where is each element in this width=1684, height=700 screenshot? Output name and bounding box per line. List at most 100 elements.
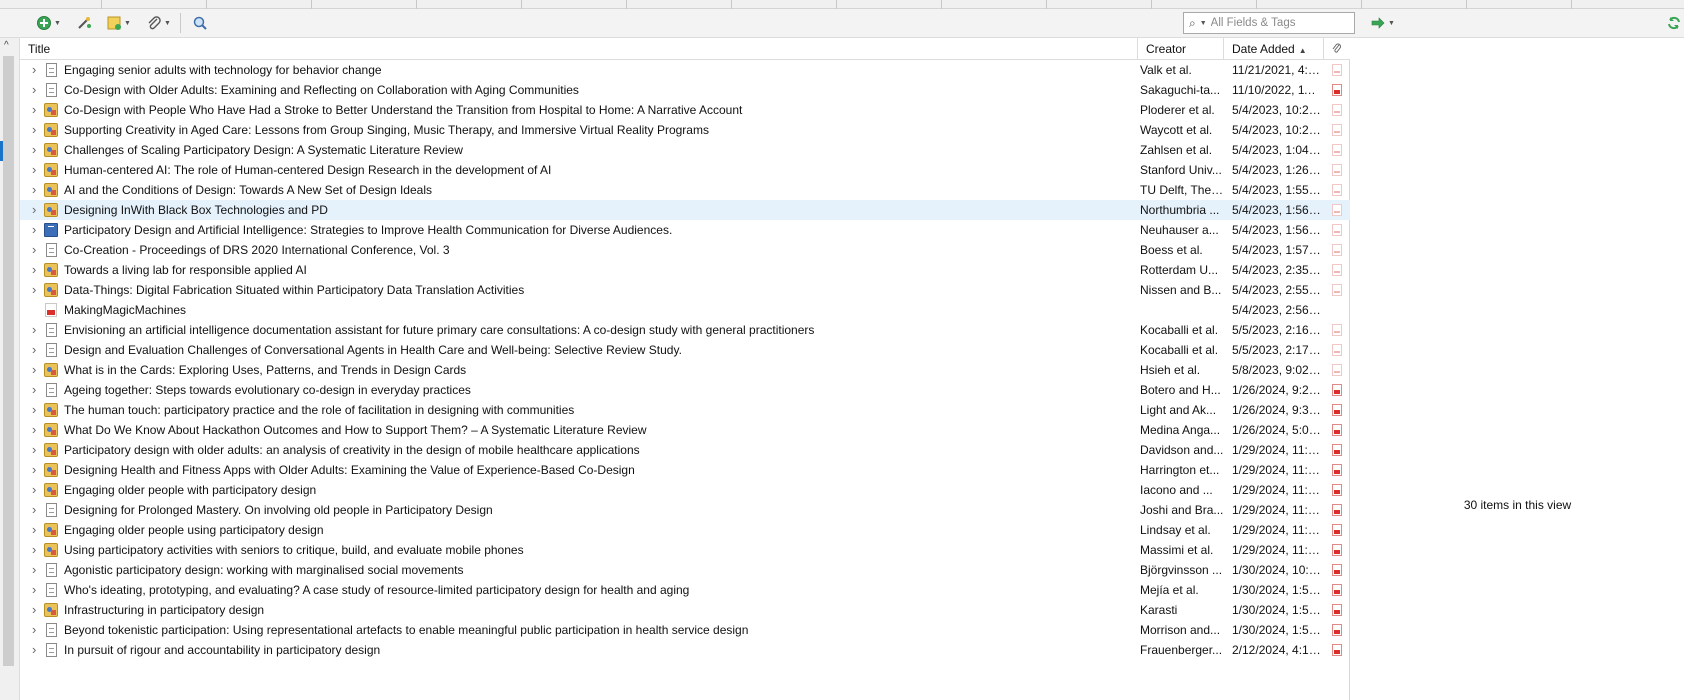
- table-row[interactable]: › Co-Design with People Who Have Had a St…: [20, 100, 1350, 120]
- pdf-attachment-icon[interactable]: [1332, 164, 1342, 176]
- column-header-date-added[interactable]: Date Added ▲: [1224, 38, 1324, 60]
- table-row[interactable]: › The human touch: participatory practice…: [20, 400, 1350, 420]
- chevron-up-icon[interactable]: ^: [4, 40, 9, 51]
- table-row[interactable]: › AI and the Conditions of Design: Toward…: [20, 180, 1350, 200]
- pdf-attachment-icon[interactable]: [1332, 324, 1342, 336]
- pdf-attachment-icon[interactable]: [1332, 524, 1342, 536]
- table-row[interactable]: › Envisioning an artificial intelligence …: [20, 320, 1350, 340]
- table-row[interactable]: › Using participatory activities with sen…: [20, 540, 1350, 560]
- table-row[interactable]: › Agonistic participatory design: working…: [20, 560, 1350, 580]
- expand-chevron-icon[interactable]: ›: [32, 340, 42, 360]
- pdf-attachment-icon[interactable]: [1332, 204, 1342, 216]
- table-row[interactable]: › Participatory design with older adults:…: [20, 440, 1350, 460]
- expand-chevron-icon[interactable]: ›: [32, 500, 42, 520]
- pdf-attachment-icon[interactable]: [1332, 124, 1342, 136]
- expand-chevron-icon[interactable]: ›: [32, 240, 42, 260]
- pdf-attachment-icon[interactable]: [1332, 484, 1342, 496]
- pdf-attachment-icon[interactable]: [1332, 104, 1342, 116]
- pdf-attachment-icon[interactable]: [1332, 364, 1342, 376]
- table-row[interactable]: › Beyond tokenistic participation: Using …: [20, 620, 1350, 640]
- expand-chevron-icon[interactable]: ›: [32, 220, 42, 240]
- table-row[interactable]: › In pursuit of rigour and accountability…: [20, 640, 1350, 660]
- expand-chevron-icon[interactable]: ›: [32, 120, 42, 140]
- pdf-attachment-icon[interactable]: [1332, 344, 1342, 356]
- expand-chevron-icon[interactable]: ›: [32, 400, 42, 420]
- expand-chevron-icon[interactable]: ›: [32, 620, 42, 640]
- table-row[interactable]: › Challenges of Scaling Participatory Des…: [20, 140, 1350, 160]
- expand-chevron-icon[interactable]: ›: [32, 440, 42, 460]
- table-row[interactable]: › Engaging senior adults with technology …: [20, 60, 1350, 80]
- expand-chevron-icon[interactable]: ›: [32, 360, 42, 380]
- table-row[interactable]: › Data-Things: Digital Fabrication Situat…: [20, 280, 1350, 300]
- expand-chevron-icon[interactable]: ›: [32, 160, 42, 180]
- table-row[interactable]: › Engaging older people with participator…: [20, 480, 1350, 500]
- add-attachment-button[interactable]: ▼: [144, 13, 173, 33]
- expand-chevron-icon[interactable]: ›: [32, 180, 42, 200]
- pdf-attachment-icon[interactable]: [1332, 444, 1342, 456]
- table-row[interactable]: MakingMagicMachines 5/4/2023, 2:56:...: [20, 300, 1350, 320]
- pdf-attachment-icon[interactable]: [1332, 284, 1342, 296]
- search-icon[interactable]: ⌕: [1189, 16, 1196, 31]
- search-box[interactable]: ⌕ ▼: [1183, 12, 1355, 34]
- expand-chevron-icon[interactable]: ›: [32, 580, 42, 600]
- sync-button[interactable]: [1664, 13, 1684, 33]
- table-row[interactable]: › What Do We Know About Hackathon Outcome…: [20, 420, 1350, 440]
- pdf-attachment-icon[interactable]: [1332, 424, 1342, 436]
- table-row[interactable]: › What is in the Cards: Exploring Uses, P…: [20, 360, 1350, 380]
- expand-chevron-icon[interactable]: ›: [32, 600, 42, 620]
- table-row[interactable]: › Human-centered AI: The role of Human-ce…: [20, 160, 1350, 180]
- pdf-attachment-icon[interactable]: [1332, 84, 1342, 96]
- pdf-attachment-icon[interactable]: [1332, 144, 1342, 156]
- pdf-attachment-icon[interactable]: [1332, 624, 1342, 636]
- pdf-attachment-icon[interactable]: [1332, 184, 1342, 196]
- advanced-search-button[interactable]: [190, 13, 210, 33]
- expand-chevron-icon[interactable]: ›: [32, 100, 42, 120]
- expand-chevron-icon[interactable]: ›: [32, 200, 42, 220]
- pdf-attachment-icon[interactable]: [1332, 544, 1342, 556]
- table-row[interactable]: › Designing for Prolonged Mastery. On inv…: [20, 500, 1350, 520]
- expand-chevron-icon[interactable]: ›: [32, 460, 42, 480]
- pdf-attachment-icon[interactable]: [1332, 384, 1342, 396]
- table-row[interactable]: › Design and Evaluation Challenges of Con…: [20, 340, 1350, 360]
- scrollbar[interactable]: [3, 56, 14, 666]
- pdf-attachment-icon[interactable]: [1332, 584, 1342, 596]
- expand-chevron-icon[interactable]: ›: [32, 60, 42, 80]
- table-row[interactable]: › Towards a living lab for responsible ap…: [20, 260, 1350, 280]
- table-row[interactable]: › Who's ideating, prototyping, and evalua…: [20, 580, 1350, 600]
- expand-chevron-icon[interactable]: ›: [32, 380, 42, 400]
- table-row[interactable]: › Engaging older people using participato…: [20, 520, 1350, 540]
- expand-chevron-icon[interactable]: ›: [32, 420, 42, 440]
- expand-chevron-icon[interactable]: ›: [32, 560, 42, 580]
- expand-chevron-icon[interactable]: ›: [32, 480, 42, 500]
- search-input[interactable]: [1210, 17, 1341, 29]
- table-row[interactable]: › Participatory Design and Artificial Int…: [20, 220, 1350, 240]
- search-mode-dropdown-icon[interactable]: ▼: [1200, 20, 1207, 27]
- pdf-attachment-icon[interactable]: [1332, 504, 1342, 516]
- table-row[interactable]: › Designing Health and Fitness Apps with …: [20, 460, 1350, 480]
- pdf-attachment-icon[interactable]: [1332, 564, 1342, 576]
- column-header-attachments[interactable]: [1324, 38, 1350, 60]
- expand-chevron-icon[interactable]: ›: [32, 520, 42, 540]
- pdf-attachment-icon[interactable]: [1332, 64, 1342, 76]
- expand-chevron-icon[interactable]: ›: [32, 540, 42, 560]
- table-row[interactable]: › Infrastructuring in participatory desig…: [20, 600, 1350, 620]
- add-by-identifier-button[interactable]: [74, 13, 94, 33]
- new-item-button[interactable]: ▼: [34, 13, 63, 33]
- expand-chevron-icon[interactable]: ›: [32, 260, 42, 280]
- expand-chevron-icon[interactable]: ›: [32, 280, 42, 300]
- table-row[interactable]: › Co-Creation - Proceedings of DRS 2020 I…: [20, 240, 1350, 260]
- pdf-attachment-icon[interactable]: [1332, 224, 1342, 236]
- pdf-attachment-icon[interactable]: [1332, 404, 1342, 416]
- pdf-attachment-icon[interactable]: [1332, 244, 1342, 256]
- table-row[interactable]: › Designing InWith Black Box Technologies…: [20, 200, 1350, 220]
- expand-chevron-icon[interactable]: ›: [32, 80, 42, 100]
- table-row[interactable]: › Ageing together: Steps towards evolutio…: [20, 380, 1350, 400]
- table-row[interactable]: › Co-Design with Older Adults: Examining …: [20, 80, 1350, 100]
- locate-button[interactable]: ▼: [1368, 13, 1397, 33]
- expand-chevron-icon[interactable]: ›: [32, 320, 42, 340]
- expand-chevron-icon[interactable]: ›: [32, 640, 42, 660]
- pdf-attachment-icon[interactable]: [1332, 604, 1342, 616]
- table-row[interactable]: › Supporting Creativity in Aged Care: Les…: [20, 120, 1350, 140]
- column-header-creator[interactable]: Creator: [1138, 38, 1224, 60]
- pdf-attachment-icon[interactable]: [1332, 464, 1342, 476]
